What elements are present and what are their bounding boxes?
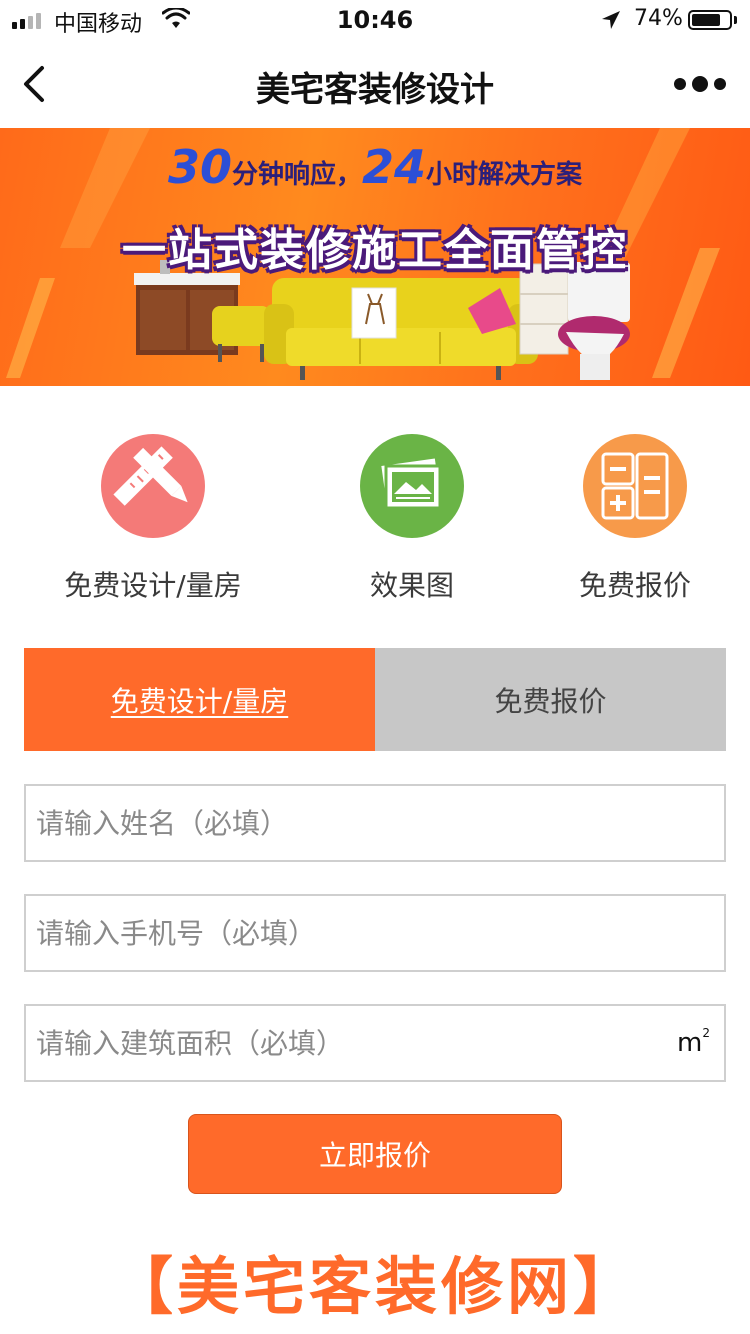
more-dots-icon[interactable] <box>672 70 728 98</box>
battery-icon <box>688 10 732 30</box>
entry-free-design[interactable]: 免费设计/量房 <box>43 434 263 604</box>
nav-bar: 美宅客装修设计 <box>0 40 750 128</box>
tab-free-design-label: 免费设计/量房 <box>110 684 289 718</box>
area-unit: m2 <box>677 1026 710 1058</box>
phone-field <box>24 894 726 972</box>
banner-solution-text: 小时解决方案 <box>426 160 583 190</box>
form-tabs: 免费设计/量房 免费报价 <box>24 648 726 751</box>
phone-input[interactable] <box>26 896 724 970</box>
area-field: m2 <box>24 1004 726 1082</box>
area-input[interactable] <box>26 1006 724 1080</box>
tab-free-quote-label: 免费报价 <box>494 684 607 718</box>
entry-free-quote-label: 免费报价 <box>578 569 691 602</box>
brand-footer: 【美宅客装修网】 <box>110 1250 639 1323</box>
banner-response-minutes: 30 <box>167 140 232 194</box>
name-input[interactable] <box>26 786 724 860</box>
battery-tip <box>734 16 737 24</box>
picture-icon <box>360 434 464 538</box>
pencil-ruler-icon <box>101 434 205 538</box>
entry-renderings[interactable]: 效果图 <box>302 434 522 604</box>
get-quote-button[interactable]: 立即报价 <box>188 1114 562 1194</box>
area-unit-base: m <box>677 1028 703 1058</box>
banner-response-text: 分钟响应， <box>231 160 362 190</box>
promo-banner[interactable]: 30分钟响应，24小时解决方案 一站式装修施工全面管控 <box>0 128 750 386</box>
banner-solution-hours: 24 <box>362 140 427 194</box>
tab-free-quote[interactable]: 免费报价 <box>375 648 726 751</box>
entry-free-design-label: 免费设计/量房 <box>64 569 242 602</box>
page-title: 美宅客装修设计 <box>256 70 494 110</box>
tab-free-design[interactable]: 免费设计/量房 <box>24 648 375 751</box>
banner-slogan: 一站式装修施工全面管控 <box>122 225 628 276</box>
banner-headline: 30分钟响应，24小时解决方案 <box>0 140 750 194</box>
area-unit-exponent: 2 <box>702 1026 710 1041</box>
status-bar: 中国移动 10:46 74% <box>0 0 750 40</box>
name-field <box>24 784 726 862</box>
location-arrow-icon <box>602 11 620 29</box>
entry-renderings-label: 效果图 <box>369 569 454 602</box>
entry-free-quote[interactable]: 免费报价 <box>525 434 745 604</box>
battery-percent: 74% <box>634 6 683 31</box>
quick-entries: 免费设计/量房 效果图 免费报价 <box>0 386 750 616</box>
calculator-icon <box>583 434 687 538</box>
